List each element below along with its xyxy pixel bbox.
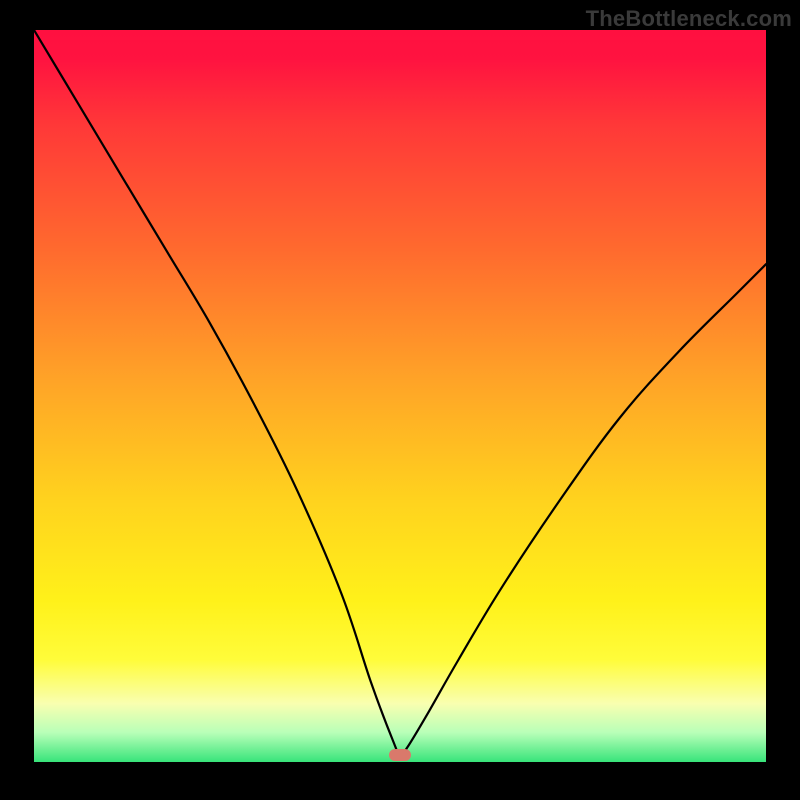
plot-area (34, 30, 766, 762)
watermark-text: TheBottleneck.com (586, 6, 792, 32)
chart-frame: TheBottleneck.com (0, 0, 800, 800)
bottleneck-curve (34, 30, 766, 762)
optimum-marker (389, 749, 411, 761)
curve-path (34, 30, 766, 755)
